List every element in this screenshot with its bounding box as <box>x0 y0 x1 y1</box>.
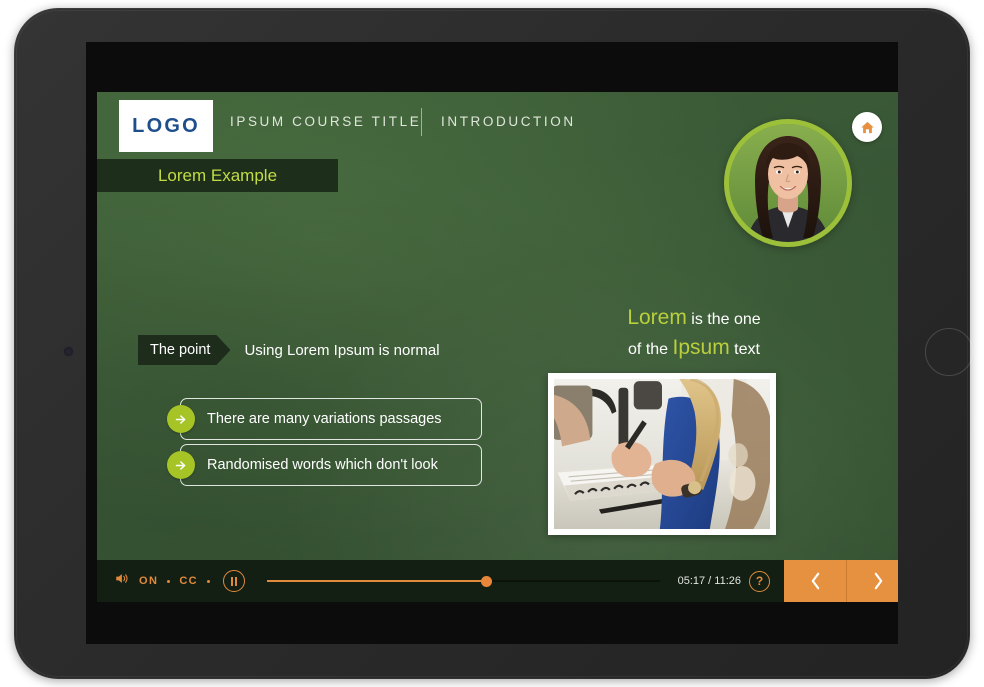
progress-track[interactable] <box>267 575 660 587</box>
pause-icon <box>231 576 238 586</box>
volume-state-label[interactable]: ON <box>139 575 158 587</box>
right-text-plain-2b: text <box>734 341 760 359</box>
right-text-highlight-1: Lorem <box>627 306 687 329</box>
right-text-plain-2a: of the <box>628 341 669 359</box>
progress-fill <box>267 580 487 582</box>
bullet-label: There are many variations passages <box>207 411 442 427</box>
right-text-line-1: Lorem is the one <box>584 303 804 333</box>
screenshot-root: LOGO IPSUM COURSE TITLE INTRODUCTION Lor… <box>0 0 984 687</box>
the-point-statement: Using Lorem Ipsum is normal <box>244 341 440 359</box>
tablet-screen: LOGO IPSUM COURSE TITLE INTRODUCTION Lor… <box>86 42 898 644</box>
home-icon <box>860 121 874 133</box>
section-title: INTRODUCTION <box>441 114 576 129</box>
bullet-label: Randomised words which don't look <box>207 457 438 473</box>
chevron-right-icon <box>874 572 882 590</box>
control-separator-dot <box>207 579 211 583</box>
time-display: 05:17 / 11:26 <box>677 575 741 587</box>
logo-box: LOGO <box>119 100 213 152</box>
header-separator <box>421 108 422 136</box>
chevron-left-icon <box>811 572 819 590</box>
instructor-avatar <box>724 119 852 247</box>
the-point-row: The point Using Lorem Ipsum is normal <box>138 335 440 365</box>
course-title: IPSUM COURSE TITLE <box>230 114 422 129</box>
tablet-home-button[interactable] <box>925 328 973 376</box>
avatar-image <box>729 124 847 242</box>
content-photo-frame <box>548 373 776 535</box>
bullet-item-1[interactable]: There are many variations passages <box>167 398 482 440</box>
progress-bar[interactable] <box>267 560 660 602</box>
arrow-right-icon <box>167 451 195 479</box>
slide-title-text: Lorem Example <box>157 165 278 185</box>
course-slide: LOGO IPSUM COURSE TITLE INTRODUCTION Lor… <box>97 92 898 602</box>
next-button[interactable] <box>846 560 898 602</box>
camera-dot-icon <box>64 347 73 356</box>
bullet-item-2[interactable]: Randomised words which don't look <box>167 444 482 486</box>
progress-handle[interactable] <box>481 575 493 587</box>
right-text-plain-1: is the one <box>691 311 761 328</box>
arrow-right-icon <box>167 405 195 433</box>
the-point-tag-label: The point <box>150 342 211 358</box>
slide-title-banner: Lorem Example <box>97 159 338 192</box>
control-separator-dot <box>167 579 171 583</box>
player-control-bar: ON CC 05:17 / 11:26 ? <box>97 560 898 602</box>
home-button[interactable] <box>852 112 882 142</box>
volume-icon[interactable] <box>115 572 130 590</box>
previous-button[interactable] <box>784 560 846 602</box>
logo-text: LOGO <box>132 114 200 137</box>
right-text-block: Lorem is the one of the Ipsum text <box>584 303 804 364</box>
content-photo-image <box>554 379 770 529</box>
the-point-tag: The point <box>138 335 230 365</box>
right-text-line-2: of the Ipsum text <box>584 333 804 363</box>
pause-button[interactable] <box>223 570 246 592</box>
cc-label[interactable]: CC <box>179 575 198 587</box>
right-text-highlight-2: Ipsum <box>672 336 730 360</box>
player-left-controls: ON CC <box>97 570 246 592</box>
content-photo <box>554 379 770 529</box>
help-button[interactable]: ? <box>749 570 770 592</box>
